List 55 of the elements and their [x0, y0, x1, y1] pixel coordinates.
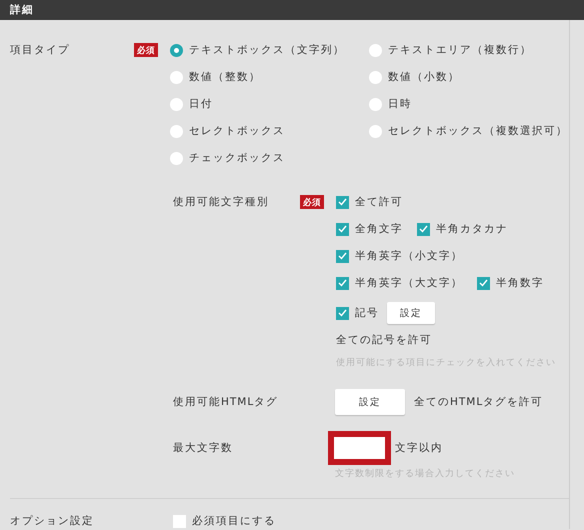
checkbox[interactable]	[477, 276, 490, 290]
radio-label: テキストボックス（文字列）	[189, 43, 345, 58]
checkmark-icon	[338, 198, 347, 206]
radio-label: 数値（整数）	[189, 70, 261, 85]
radio-label: テキストエリア（複数行）	[388, 43, 532, 58]
radio-label: 日付	[189, 97, 213, 112]
checkbox[interactable]	[336, 306, 349, 320]
radio-button[interactable]	[170, 98, 183, 110]
checkbox-label: 必須項目にする	[192, 514, 276, 529]
radio-label: チェックボックス	[189, 151, 285, 166]
checkmark-icon	[479, 279, 488, 287]
radio-button[interactable]	[369, 44, 382, 56]
checkbox[interactable]	[336, 222, 349, 236]
field-label: 使用可能文字種別	[173, 195, 270, 210]
settings-button[interactable]: 設定	[387, 302, 435, 324]
field-label: 使用可能HTMLタグ	[173, 395, 280, 410]
checkmark-icon	[338, 252, 347, 260]
radio-label: セレクトボックス	[189, 124, 285, 139]
field-label: 項目タイプ	[9, 43, 71, 58]
field-label: 最大文字数	[173, 441, 234, 456]
checkbox-label: 半角数字	[496, 276, 544, 291]
max-length-field[interactable]	[328, 431, 391, 465]
checkmark-icon	[419, 225, 428, 233]
checkbox[interactable]	[417, 222, 430, 236]
symbol-note: 全ての記号を許可	[336, 333, 433, 348]
section-header: 詳細	[0, 0, 584, 20]
checkbox-label: 全て許可	[355, 195, 403, 210]
checkbox-label: 半角英字（小文字）	[355, 249, 463, 264]
radio-label: セレクトボックス（複数選択可）	[388, 124, 568, 139]
radio-button[interactable]	[170, 152, 183, 164]
radio-button[interactable]	[369, 124, 382, 138]
checkbox-label: 半角英字（大文字）	[355, 276, 463, 291]
radio-button[interactable]	[170, 44, 183, 56]
checkbox-label: 全角文字	[355, 222, 403, 237]
settings-button[interactable]: 設定	[335, 389, 405, 415]
checkbox-label: 半角カタカナ	[436, 222, 508, 237]
checkbox[interactable]	[336, 276, 349, 290]
radio-button[interactable]	[369, 70, 382, 84]
radio-label: 数値（小数）	[388, 70, 460, 85]
radio-button[interactable]	[369, 98, 382, 110]
radio-button[interactable]	[170, 70, 183, 84]
radio-button[interactable]	[170, 124, 183, 138]
checkmark-icon	[338, 225, 347, 233]
checkbox[interactable]	[336, 250, 349, 262]
checkmark-icon	[338, 309, 347, 317]
checkbox-label: 記号	[355, 306, 379, 321]
required-badge: 必須	[134, 43, 158, 57]
required-badge: 必須	[300, 195, 324, 209]
checkmark-icon	[338, 279, 347, 287]
radio-label: 日時	[388, 97, 412, 112]
html-tag-note: 全てのHTMLタグを許可	[414, 395, 544, 409]
checkbox[interactable]	[173, 514, 186, 528]
checkbox[interactable]	[336, 196, 349, 208]
suffix-text: 文字以内	[395, 441, 443, 455]
section-label: オプション設定	[9, 514, 95, 529]
